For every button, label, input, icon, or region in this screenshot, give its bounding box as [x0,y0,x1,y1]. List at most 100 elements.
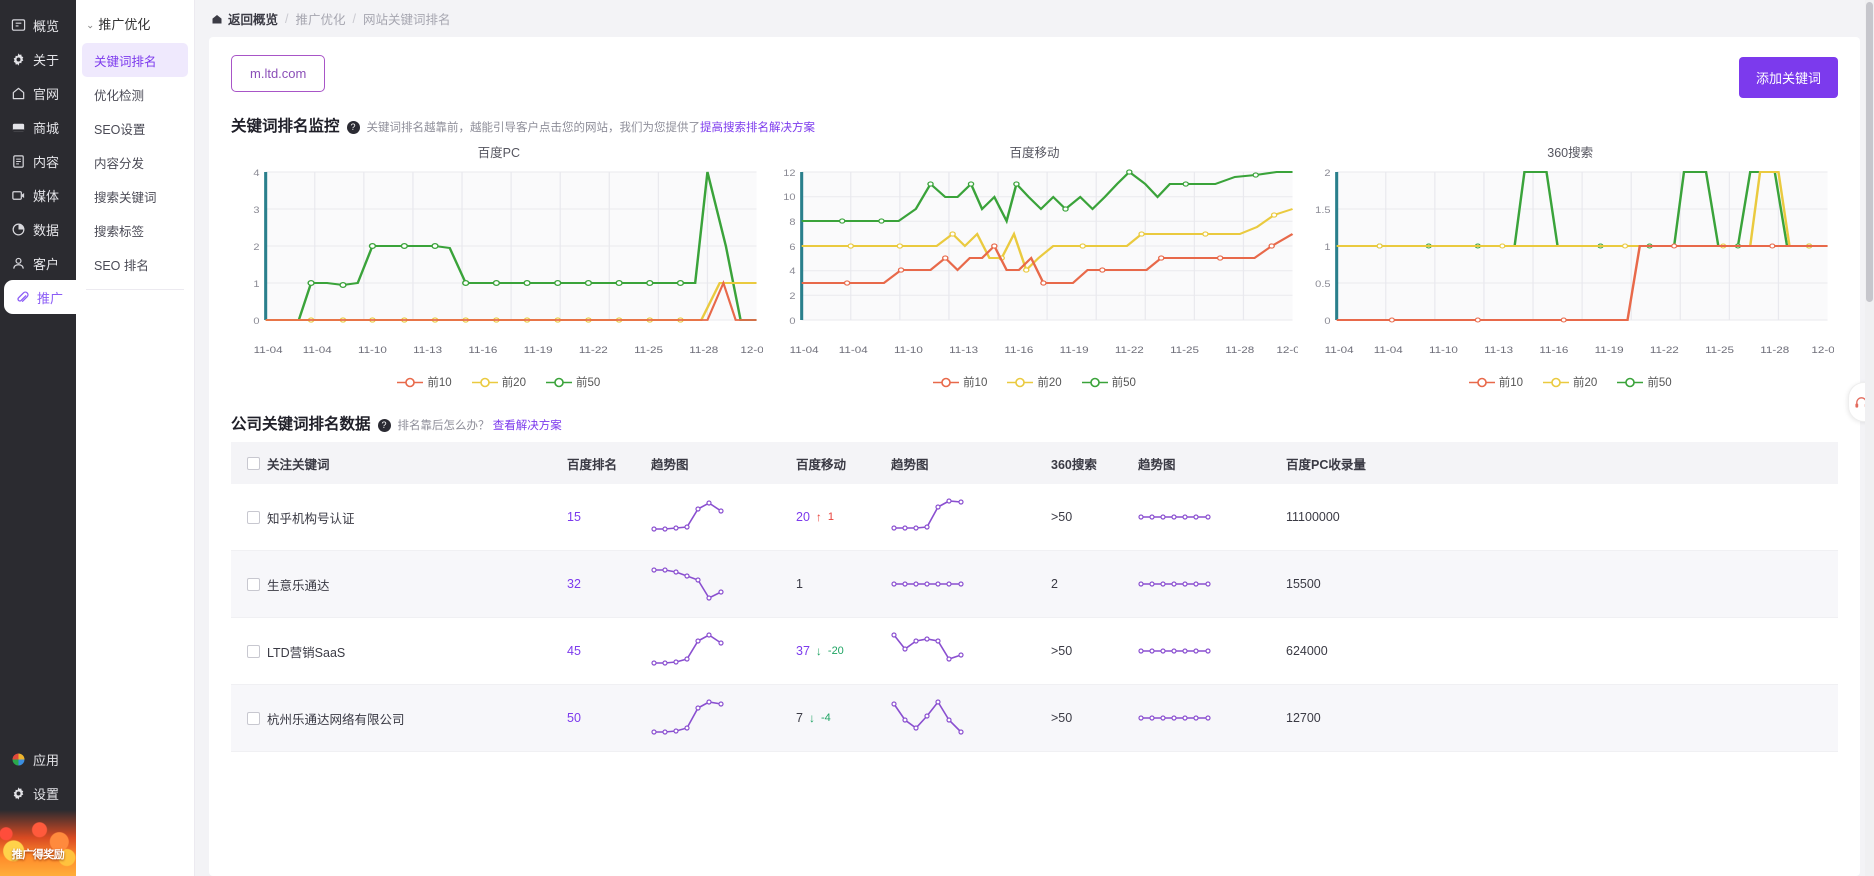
sidebar-item-content[interactable]: 内容 [0,144,76,178]
row-checkbox[interactable] [247,644,260,658]
svg-text:11-10: 11-10 [894,345,923,356]
table-row[interactable]: 知乎机构号认证 15 20 ↑ 1 >50 11100000 [231,484,1838,551]
svg-text:11-28: 11-28 [1225,345,1254,356]
table-row[interactable]: LTD营销SaaS 45 37 ↓ -20 >50 624000 [231,618,1838,685]
svg-text:11-04: 11-04 [1374,345,1403,356]
breadcrumb: 返回概览 / 推广优化 / 网站关键词排名 [195,0,1874,37]
monitor-solution-link[interactable]: 提高搜索排名解决方案 [700,122,815,134]
domain-chip[interactable]: m.ltd.com [231,55,326,92]
subnav-group-header[interactable]: ⌃ 推广优化 [76,8,194,43]
sidebar-item-website[interactable]: 官网 [0,76,76,110]
subnav-item-label: 搜索关键词 [94,190,157,205]
sidebar-item-about[interactable]: 关于 [0,42,76,76]
sparkline-icon [1138,581,1211,587]
keyword-table: 关注关键词 百度排名 趋势图 百度移动 趋势图 360搜索 趋势图 百度PC收录… [231,442,1838,752]
legend-marker-icon [545,377,572,387]
legend-item-top50[interactable]: 前50 [545,374,600,390]
legend-item-top50[interactable]: 前50 [1081,374,1136,390]
cell-index: 11100000 [1286,510,1340,524]
monitor-subtitle-text: 关键词排名越靠前，越能引导客户点击您的网站，我们为您提供了 [366,122,701,134]
chart-plot: 2 1.5 1 0.5 0 [1316,169,1828,327]
legend-item-top20[interactable]: 前20 [1007,374,1062,390]
subnav-item-optimization-check[interactable]: 优化检测 [82,77,188,111]
legend-item-top50[interactable]: 前50 [1617,374,1672,390]
legend-label: 前10 [1498,377,1524,389]
legend-label: 前20 [1037,377,1062,389]
chart-legend: 前10 前20 前50 [771,374,1299,390]
svg-text:11-22: 11-22 [579,345,608,356]
legend-item-top10[interactable]: 前10 [933,374,987,390]
breadcrumb-home-label: 返回概览 [228,13,279,27]
legend-item-top10[interactable]: 前10 [397,374,452,390]
cell-baidu-rank: 15 [567,510,581,524]
cell-mobile-rank: 37 [796,644,810,658]
apps-icon [12,753,25,765]
subnav-item-keyword-ranking[interactable]: 关键词排名 [82,43,188,77]
subnav-divider [86,289,184,290]
content-card: m.ltd.com 添加关键词 关键词排名监控 ? 关键词排名越靠前，越能引导客… [209,37,1860,876]
subnav-item-seo-settings[interactable]: SEO设置 [82,111,188,145]
add-keyword-button[interactable]: 添加关键词 [1738,57,1838,98]
svg-text:11-25: 11-25 [634,345,663,356]
paperclip-icon [17,290,29,302]
subnav-item-search-tags[interactable]: 搜索标签 [82,213,188,247]
svg-text:1: 1 [1325,243,1332,253]
sidebar-item-shop[interactable]: 商城 [0,110,76,144]
svg-text:11-22: 11-22 [1650,345,1679,356]
help-icon[interactable]: ? [377,418,391,432]
row-checkbox[interactable] [247,577,260,591]
sidebar-item-overview[interactable]: 概览 [0,8,76,42]
subnav-item-content-distribution[interactable]: 内容分发 [82,145,188,179]
page-title: 关键词排名监控 [231,118,340,135]
select-all-checkbox[interactable] [247,456,260,470]
table-row[interactable]: 生意乐通达 32 1 2 15500 [231,551,1838,618]
column-header-360: 360搜索 [1051,457,1097,472]
cell-trend-baidu [651,564,796,604]
sparkline-icon [651,699,724,735]
legend-marker-icon [933,377,960,387]
row-checkbox[interactable] [247,711,260,725]
shop-icon [12,123,25,131]
promo-banner[interactable]: 推广得奖励 [0,810,76,876]
cell-trend-360 [1138,631,1286,671]
media-icon [12,190,25,200]
legend-item-top20[interactable]: 前20 [1543,374,1597,390]
cell-index: 15500 [1286,577,1321,591]
svg-text:12-01: 12-01 [740,345,762,356]
legend-label: 前20 [1573,377,1598,389]
sidebar-item-data[interactable]: 数据 [0,212,76,246]
subnav-item-seo-ranking[interactable]: SEO 排名 [82,247,188,281]
scrollbar-thumb[interactable] [1866,2,1873,302]
table-solution-link[interactable]: 查看解决方案 [493,420,562,432]
document-icon [13,154,24,168]
table-row[interactable]: 杭州乐通达网络有限公司 50 7 ↓ -4 >50 12700 [231,685,1838,752]
svg-text:11-16: 11-16 [1540,345,1569,356]
chevron-up-icon: ⌃ [86,18,95,29]
sidebar-item-customers[interactable]: 客户 [0,246,76,280]
sidebar-item-label: 概览 [33,18,60,34]
cell-keyword: 生意乐通达 [267,578,330,593]
breadcrumb-home[interactable]: 返回概览 [211,9,278,28]
cell-baidu-mobile: 20 ↑ 1 [796,510,891,524]
sidebar-item-apps[interactable]: 应用 [0,742,76,776]
chart-title: 360搜索 [1547,146,1594,160]
chart-baidu-pc: 百度PC 4 3 2 1 0 11-04 11-04 11-10 11-13 1… [231,142,767,390]
subnav-item-search-keywords[interactable]: 搜索关键词 [82,179,188,213]
svg-text:11-25: 11-25 [1170,345,1199,356]
help-icon[interactable]: ? [346,120,360,134]
svg-text:11-10: 11-10 [1429,345,1458,356]
legend-item-top20[interactable]: 前20 [471,374,526,390]
legend-item-top10[interactable]: 前10 [1468,374,1524,390]
sidebar-item-label: 内容 [33,154,60,170]
sparkline-icon [891,699,964,735]
sidebar-item-media[interactable]: 媒体 [0,178,76,212]
sidebar-item-settings[interactable]: 设置 [0,776,76,810]
secondary-sidebar: ⌃ 推广优化 关键词排名 优化检测 SEO设置 内容分发 搜索关键词 搜索标签 … [76,0,195,876]
row-checkbox[interactable] [247,510,260,524]
svg-text:11-25: 11-25 [1705,345,1734,356]
cell-mobile-rank: 20 [796,510,810,524]
sidebar-item-promotion[interactable]: 推广 [4,280,76,314]
monitor-subtitle: 关键词排名越靠前，越能引导客户点击您的网站，我们为您提供了提高搜索排名解决方案 [367,119,816,135]
page-scrollbar[interactable] [1865,0,1874,876]
breadcrumb-level1[interactable]: 推广优化 [296,9,346,28]
